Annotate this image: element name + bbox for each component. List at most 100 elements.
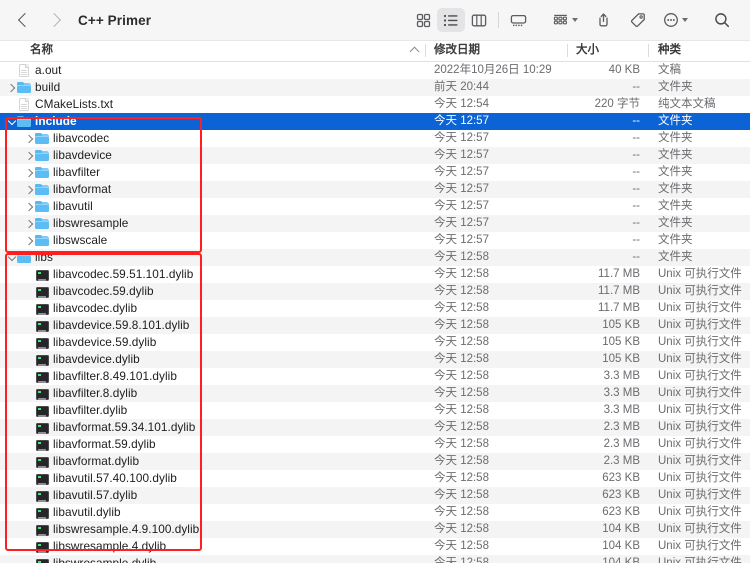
file-name-cell[interactable]: libavformat (24, 181, 111, 198)
disclosure-triangle-closed[interactable] (6, 79, 17, 96)
file-name-cell[interactable]: libavdevice (24, 147, 112, 164)
table-row[interactable]: libavformat.59.dylib 今天 12:58 2.3 MB Unix 可… (0, 436, 750, 453)
file-name-cell[interactable]: libavfilter.8.dylib (24, 385, 137, 402)
file-kind-cell: Unix 可执行文件 (658, 370, 742, 382)
file-name-cell[interactable]: build (6, 79, 60, 96)
table-row[interactable]: libswresample 今天 12:57 -- 文件夹 (0, 215, 750, 232)
file-name-cell[interactable]: libs (6, 249, 53, 266)
disclosure-triangle-open[interactable] (6, 249, 17, 266)
file-list[interactable]: a.out 2022年10月26日 10:29 40 KB 文稿 build 前天 20:… (0, 62, 750, 563)
view-column-button[interactable] (465, 8, 493, 32)
table-row[interactable]: libavdevice.dylib 今天 12:58 105 KB Unix 可执行文… (0, 351, 750, 368)
file-name-cell[interactable]: libswresample (24, 215, 128, 232)
table-row[interactable]: libavcodec.59.51.101.dylib 今天 12:58 11.7 M… (0, 266, 750, 283)
file-name-cell[interactable]: libswresample.4.9.100.dylib (24, 521, 199, 538)
table-row[interactable]: a.out 2022年10月26日 10:29 40 KB 文稿 (0, 62, 750, 79)
table-row[interactable]: libavdevice.59.8.101.dylib 今天 12:58 105 KB… (0, 317, 750, 334)
column-divider-3[interactable] (648, 44, 649, 57)
back-button[interactable] (10, 7, 36, 33)
file-date-cell: 今天 12:58 (434, 387, 489, 399)
file-name-cell[interactable]: libavdevice.dylib (24, 351, 140, 368)
file-name-cell[interactable]: libavcodec (24, 130, 109, 147)
file-name-cell[interactable]: libavcodec.59.dylib (24, 283, 154, 300)
table-row[interactable]: libavdevice 今天 12:57 -- 文件夹 (0, 147, 750, 164)
file-name-cell[interactable]: libavutil (24, 198, 93, 215)
file-name-cell[interactable]: libavfilter.8.49.101.dylib (24, 368, 177, 385)
view-gallery-button[interactable] (504, 8, 532, 32)
disclosure-triangle-closed[interactable] (24, 130, 35, 147)
file-name-cell[interactable]: a.out (6, 62, 62, 79)
view-icon-button[interactable] (409, 8, 437, 32)
file-size-cell: -- (632, 217, 640, 229)
table-row[interactable]: libswscale 今天 12:57 -- 文件夹 (0, 232, 750, 249)
table-row[interactable]: CMakeLists.txt 今天 12:54 220 字节 纯文本文稿 (0, 96, 750, 113)
file-name-cell[interactable]: libswresample.dylib (24, 555, 156, 563)
table-row[interactable]: libavfilter 今天 12:57 -- 文件夹 (0, 164, 750, 181)
disclosure-triangle-closed[interactable] (24, 215, 35, 232)
disclosure-triangle-closed[interactable] (24, 232, 35, 249)
table-row[interactable]: libavfilter.8.49.101.dylib 今天 12:58 3.3 MB… (0, 368, 750, 385)
table-row[interactable]: libavformat.59.34.101.dylib 今天 12:58 2.3 M… (0, 419, 750, 436)
file-date-cell: 今天 12:58 (434, 438, 489, 450)
column-divider-1[interactable] (425, 44, 426, 57)
file-name-cell[interactable]: libavfilter.dylib (24, 402, 127, 419)
file-name-cell[interactable]: CMakeLists.txt (6, 96, 113, 113)
file-name-cell[interactable]: libavutil.57.dylib (24, 487, 137, 504)
table-row[interactable]: libavutil 今天 12:57 -- 文件夹 (0, 198, 750, 215)
file-name-cell[interactable]: libavformat.dylib (24, 453, 139, 470)
file-name-cell[interactable]: include (6, 113, 77, 130)
search-button[interactable] (708, 8, 736, 32)
disclosure-triangle-open[interactable] (6, 113, 17, 130)
table-row[interactable]: libavdevice.59.dylib 今天 12:58 105 KB Unix 可… (0, 334, 750, 351)
share-button[interactable] (589, 8, 617, 32)
table-row[interactable]: libavfilter.8.dylib 今天 12:58 3.3 MB Unix 可执… (0, 385, 750, 402)
file-name-cell[interactable]: libavutil.57.40.100.dylib (24, 470, 177, 487)
file-name-cell[interactable]: libavdevice.59.8.101.dylib (24, 317, 189, 334)
file-name-cell[interactable]: libavformat.59.34.101.dylib (24, 419, 195, 436)
column-header-size[interactable]: 大小 (576, 40, 599, 61)
table-row[interactable]: libswresample.4.dylib 今天 12:58 104 KB Unix … (0, 538, 750, 555)
file-name-cell[interactable]: libavcodec.59.51.101.dylib (24, 266, 193, 283)
table-row[interactable]: build 前天 20:44 -- 文件夹 (0, 79, 750, 96)
column-header-date[interactable]: 修改日期 (434, 40, 480, 61)
file-name-cell[interactable]: libswscale (24, 232, 107, 249)
file-name-cell[interactable]: libavfilter (24, 164, 100, 181)
file-size-cell: 623 KB (602, 506, 640, 518)
view-list-button[interactable] (437, 8, 465, 32)
forward-button[interactable] (42, 7, 68, 33)
file-date-cell: 今天 12:58 (434, 404, 489, 416)
disclosure-triangle-closed[interactable] (24, 147, 35, 164)
table-row[interactable]: libavutil.57.dylib 今天 12:58 623 KB Unix 可执行… (0, 487, 750, 504)
table-row[interactable]: libavfilter.dylib 今天 12:58 3.3 MB Unix 可执行文… (0, 402, 750, 419)
table-row[interactable]: libavformat.dylib 今天 12:58 2.3 MB Unix 可执行文… (0, 453, 750, 470)
table-row[interactable]: libavcodec 今天 12:57 -- 文件夹 (0, 130, 750, 147)
table-row[interactable]: libavcodec.dylib 今天 12:58 11.7 MB Unix 可执行文… (0, 300, 750, 317)
file-kind-cell: Unix 可执行文件 (658, 455, 742, 467)
table-row[interactable]: libavcodec.59.dylib 今天 12:58 11.7 MB Unix 可… (0, 283, 750, 300)
disclosure-triangle-closed[interactable] (24, 181, 35, 198)
table-row[interactable]: libavformat 今天 12:57 -- 文件夹 (0, 181, 750, 198)
column-header-name[interactable]: 名称 (30, 40, 53, 61)
table-row[interactable]: libs 今天 12:58 -- 文件夹 (0, 249, 750, 266)
disclosure-triangle-closed[interactable] (24, 164, 35, 181)
table-row[interactable]: libavutil.57.40.100.dylib 今天 12:58 623 KB U… (0, 470, 750, 487)
column-header-kind[interactable]: 种类 (658, 40, 681, 61)
sort-ascending-icon[interactable] (409, 46, 420, 57)
column-divider-2[interactable] (567, 44, 568, 57)
table-row[interactable]: libavutil.dylib 今天 12:58 623 KB Unix 可执行文件 (0, 504, 750, 521)
search-icon (714, 12, 730, 28)
table-row[interactable]: libswresample.4.9.100.dylib 今天 12:58 104 K… (0, 521, 750, 538)
file-name-cell[interactable]: libavutil.dylib (24, 504, 121, 521)
file-name-cell[interactable]: libswresample.4.dylib (24, 538, 166, 555)
more-button[interactable] (659, 8, 692, 32)
file-size-cell: 104 KB (602, 557, 640, 563)
disclosure-triangle-closed[interactable] (24, 198, 35, 215)
table-row[interactable]: libswresample.dylib 今天 12:58 104 KB Unix 可执… (0, 555, 750, 563)
file-name-cell[interactable]: libavdevice.59.dylib (24, 334, 156, 351)
table-row[interactable]: include 今天 12:57 -- 文件夹 (0, 113, 750, 130)
file-date-cell: 今天 12:58 (434, 472, 489, 484)
group-by-button[interactable] (548, 8, 582, 32)
file-name-cell[interactable]: libavformat.59.dylib (24, 436, 156, 453)
tag-button[interactable] (624, 8, 652, 32)
file-name-cell[interactable]: libavcodec.dylib (24, 300, 137, 317)
